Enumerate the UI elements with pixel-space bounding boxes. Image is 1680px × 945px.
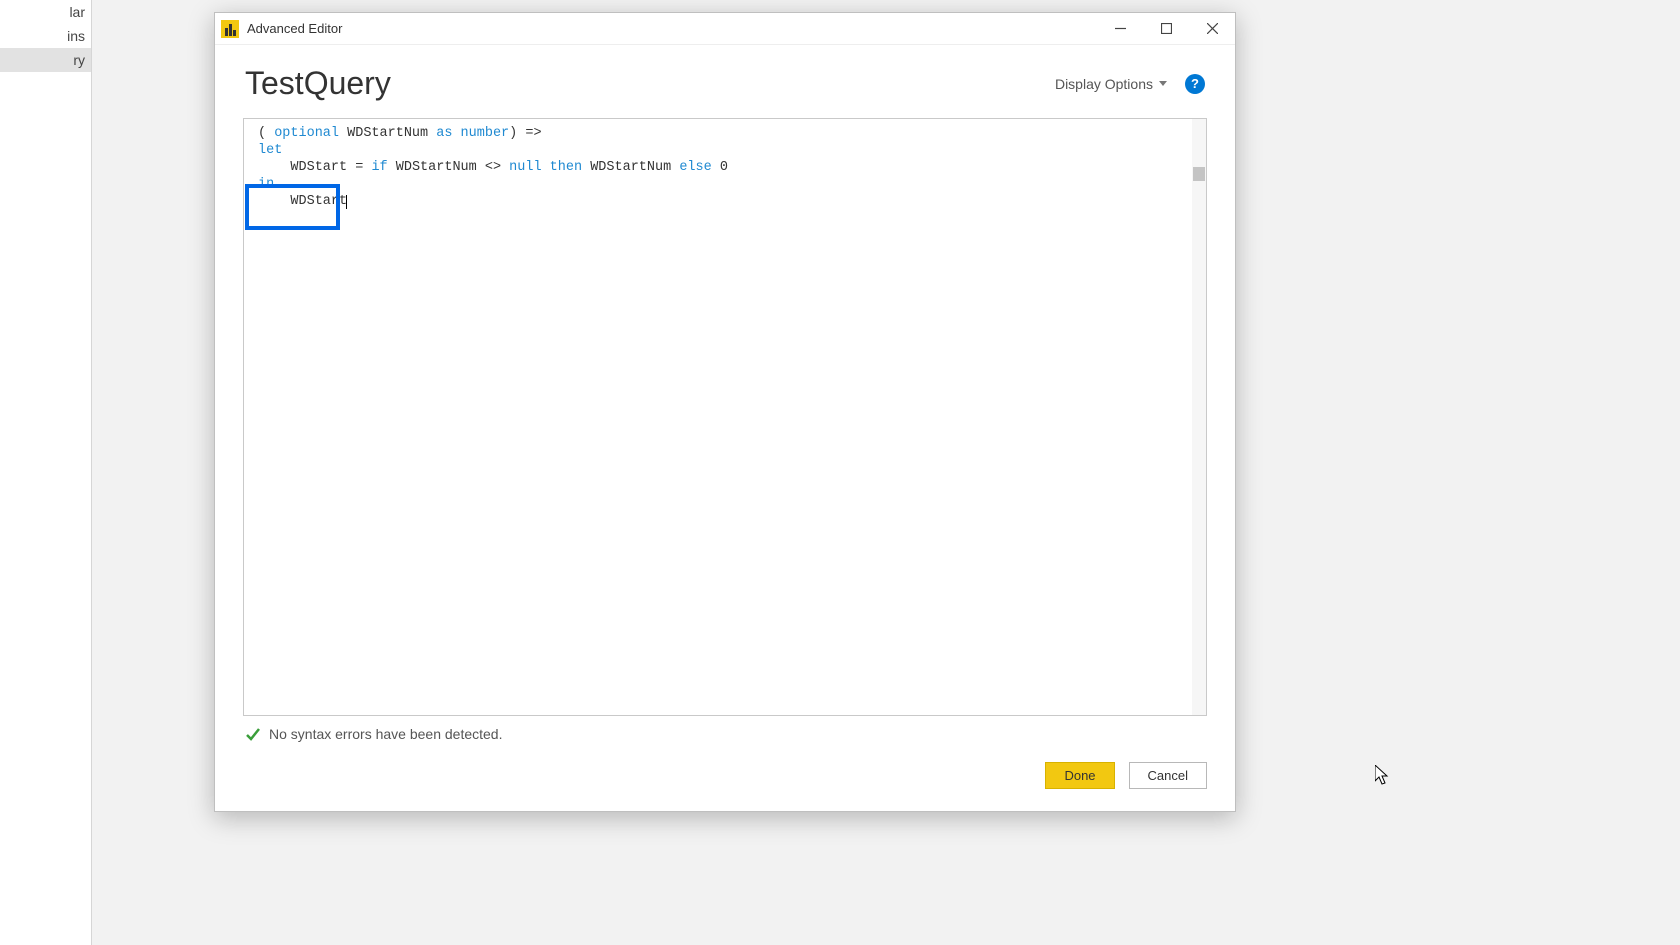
queries-sidebar: lar ins ry [0,0,92,945]
window-title: Advanced Editor [247,21,342,36]
display-options-dropdown[interactable]: Display Options [1055,76,1167,92]
close-button[interactable] [1189,13,1235,45]
query-name: TestQuery [245,65,1055,102]
done-button[interactable]: Done [1045,762,1114,789]
sidebar-item[interactable]: lar [0,0,91,24]
display-options-label: Display Options [1055,76,1153,92]
dialog-footer: Done Cancel [215,746,1235,811]
powerbi-icon [221,20,239,38]
sidebar-item[interactable]: ins [0,24,91,48]
titlebar: Advanced Editor [215,13,1235,45]
advanced-editor-dialog: Advanced Editor TestQuery Display Option… [214,12,1236,812]
checkmark-icon [245,726,261,742]
maximize-button[interactable] [1143,13,1189,45]
sidebar-item[interactable]: ry [0,48,91,72]
header: TestQuery Display Options ? [215,45,1235,106]
minimize-button[interactable] [1097,13,1143,45]
status-text: No syntax errors have been detected. [269,726,502,742]
scrollbar-thumb[interactable] [1193,167,1205,181]
help-button[interactable]: ? [1185,74,1205,94]
mouse-cursor-icon [1375,765,1391,787]
code-text[interactable]: ( optional WDStartNum as number) => let … [244,119,1206,216]
code-editor[interactable]: ( optional WDStartNum as number) => let … [243,118,1207,716]
scrollbar-track[interactable] [1192,119,1206,715]
status-bar: No syntax errors have been detected. [215,716,1235,746]
text-caret [346,195,347,209]
cancel-button[interactable]: Cancel [1129,762,1207,789]
chevron-down-icon [1159,81,1167,86]
